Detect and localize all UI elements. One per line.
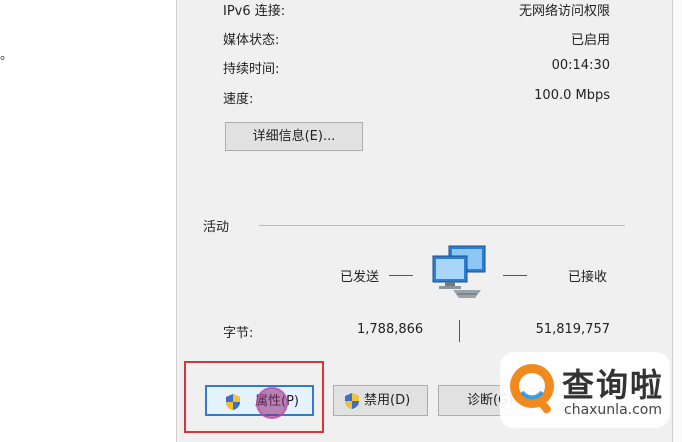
sent-dash [389, 275, 413, 276]
ipv6-connectivity-row: IPv6 连接: 无网络访问权限 [177, 0, 672, 20]
media-state-label: 媒体状态: [223, 33, 280, 48]
screen: 。 IPv6 连接: 无网络访问权限 媒体状态: 已启用 持续时间: 00:14… [0, 0, 682, 442]
bytes-label: 字节: [223, 326, 254, 341]
duration-label: 持续时间: [223, 62, 280, 77]
details-button[interactable]: 详细信息(E)... [225, 122, 363, 151]
uac-shield-icon [344, 392, 360, 421]
ipv6-connectivity-value: 无网络访问权限 [518, 4, 610, 19]
received-label: 已接收 [568, 270, 608, 285]
bytes-divider [459, 320, 460, 342]
duration-row: 持续时间: 00:14:30 [177, 58, 672, 78]
bytes-sent-value: 1,788,866 [357, 322, 424, 337]
media-state-row: 媒体状态: 已启用 [177, 29, 672, 49]
activity-section-title: 活动 [203, 220, 230, 235]
watermark-url: chaxunla.com [564, 402, 662, 418]
received-dash [503, 275, 527, 276]
background-window: 。 [0, 0, 176, 442]
speed-label: 速度: [223, 92, 254, 107]
activity-divider [259, 225, 625, 226]
watermark-brand: 查询啦 [562, 366, 665, 404]
speed-value: 100.0 Mbps [534, 88, 610, 103]
network-computers-icon [429, 244, 491, 306]
speed-row: 速度: 100.0 Mbps [177, 88, 672, 108]
disable-button[interactable]: 禁用(D) [333, 385, 428, 416]
duration-value: 00:14:30 [551, 58, 610, 73]
highlight-box [184, 361, 324, 433]
ipv6-connectivity-label: IPv6 连接: [223, 4, 286, 19]
bytes-received-value: 51,819,757 [535, 322, 610, 337]
background-text: 。 [0, 48, 14, 63]
disable-button-label: 禁用(D) [364, 393, 411, 408]
watermark: 查询啦 chaxunla.com [500, 352, 670, 428]
media-state-value: 已启用 [570, 33, 610, 48]
sent-label: 已发送 [340, 270, 380, 285]
search-logo-icon [508, 362, 560, 422]
